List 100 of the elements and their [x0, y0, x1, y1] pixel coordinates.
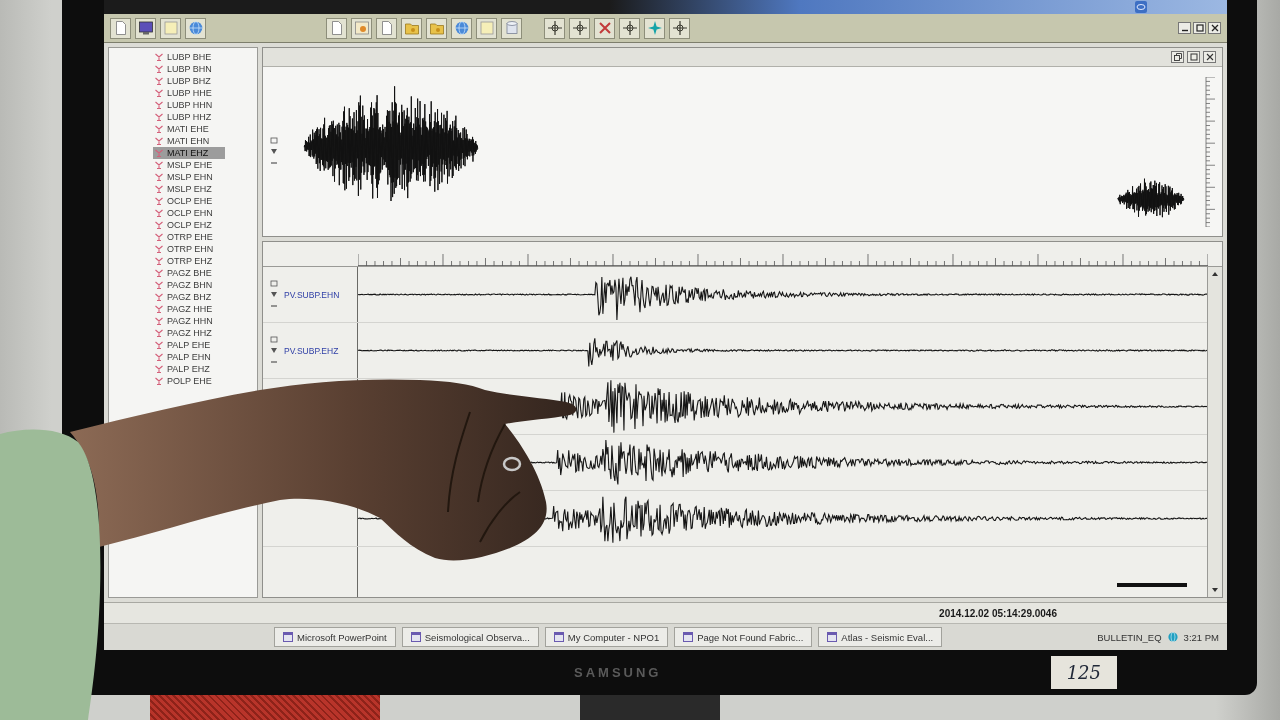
antenna-icon: [155, 101, 163, 109]
crosshair-icon: [572, 21, 587, 35]
antenna-icon: [155, 317, 163, 325]
channel-list-item[interactable]: PAGZ BHZ: [153, 291, 225, 303]
channel-list-item[interactable]: MATI EHN: [153, 135, 225, 147]
antenna-icon: [155, 293, 163, 301]
channel-list-item[interactable]: PAGZ BHE: [153, 267, 225, 279]
antenna-icon: [155, 185, 163, 193]
channel-list-item[interactable]: POLP EHE: [153, 375, 225, 387]
tray-clock: 3:21 PM: [1183, 631, 1219, 643]
x-mark-icon: [597, 21, 612, 35]
trace-controls-icon[interactable]: [270, 335, 278, 366]
channel-list-item[interactable]: PALP EHN: [153, 351, 225, 363]
globe-icon: [454, 21, 469, 35]
trace-controls-icon[interactable]: [270, 136, 278, 167]
antenna-icon: [155, 221, 163, 229]
taskbar-button[interactable]: Page Not Found Fabric...: [674, 627, 813, 647]
page-icon: [379, 21, 394, 35]
channel-list-item[interactable]: OCLP EHN: [153, 207, 225, 219]
toolbar-button[interactable]: [669, 17, 690, 39]
picture-icon: [354, 21, 369, 35]
channel-list-item[interactable]: LUBP HHZ: [153, 111, 225, 123]
channel-list-item[interactable]: MATI EHZ: [153, 147, 225, 159]
close-icon: [1205, 53, 1214, 61]
antenna-icon: [155, 173, 163, 181]
sticker-label: 125: [1050, 656, 1117, 689]
antenna-icon: [155, 353, 163, 361]
channel-list-item[interactable]: OCLP EHZ: [153, 219, 225, 231]
trace-controls-icon[interactable]: [270, 279, 278, 310]
maximize-icon: [1189, 53, 1198, 61]
channel-list-item[interactable]: OTRP EHZ: [153, 255, 225, 267]
channel-list-item[interactable]: PALP EHZ: [153, 363, 225, 375]
close-button[interactable]: [1203, 51, 1216, 63]
channel-list-item[interactable]: PAGZ HHZ: [153, 327, 225, 339]
channel-list-item[interactable]: LUBP HHN: [153, 99, 225, 111]
channel-list-item[interactable]: PAGZ HHE: [153, 303, 225, 315]
minimize-button[interactable]: [1178, 22, 1191, 34]
channel-list-item[interactable]: PALP EHE: [153, 339, 225, 351]
toolbar-button[interactable]: [594, 17, 615, 39]
folder-icon: [404, 21, 419, 35]
channel-list-item[interactable]: OCLP EHE: [153, 195, 225, 207]
tray-label: BULLETIN_EQ: [1097, 631, 1162, 643]
taskbar-button[interactable]: My Computer - NPO1: [544, 627, 669, 647]
window-icon: [410, 632, 421, 642]
antenna-icon: [155, 53, 163, 61]
trace-label: PV.SUBP.EHZ: [284, 345, 339, 356]
channel-list-item[interactable]: OTRP EHN: [153, 243, 225, 255]
window-icon: [683, 632, 694, 642]
toolbar-button[interactable]: [376, 17, 397, 39]
folder-icon: [429, 21, 444, 35]
antenna-icon: [155, 113, 163, 121]
channel-list-item[interactable]: MATI EHE: [153, 123, 225, 135]
cylinder-icon: [504, 21, 519, 35]
app-icon[interactable]: [1135, 1, 1147, 13]
close-icon: [1210, 24, 1219, 32]
antenna-icon: [155, 149, 163, 157]
maximize-button[interactable]: [1193, 22, 1206, 34]
scale-bar: [1117, 583, 1187, 587]
finger-ring: [502, 456, 522, 472]
channel-list-item[interactable]: OTRP EHE: [153, 231, 225, 243]
waveform-burst: [1116, 177, 1185, 218]
window-icon: [283, 632, 293, 642]
globe-icon: [188, 21, 203, 35]
brand-label: SAMSUNG: [574, 665, 662, 680]
antenna-icon: [155, 365, 163, 373]
antenna-icon: [155, 125, 163, 133]
crosshair-icon: [622, 21, 637, 35]
restore-icon: [1173, 53, 1182, 61]
scrollbar-track[interactable]: [1207, 267, 1222, 597]
channel-list-item[interactable]: LUBP BHZ: [153, 75, 225, 87]
antenna-icon: [155, 281, 163, 289]
page-icon: [113, 21, 128, 35]
antenna-icon: [155, 209, 163, 217]
toolbar-button[interactable]: [619, 17, 640, 39]
restore-button[interactable]: [1171, 51, 1184, 63]
maximize-button[interactable]: [1187, 51, 1200, 63]
taskbar-button[interactable]: Seismological Observa...: [401, 627, 539, 647]
star-icon: [647, 21, 662, 35]
toolbar-button[interactable]: [110, 17, 131, 39]
channel-list-item[interactable]: LUBP BHN: [153, 63, 225, 75]
close-button[interactable]: [1208, 22, 1221, 34]
toolbar-button[interactable]: [544, 17, 565, 39]
channel-list-item[interactable]: MSLP EHE: [153, 159, 225, 171]
channel-list-item[interactable]: PAGZ HHN: [153, 315, 225, 327]
antenna-icon: [155, 197, 163, 205]
taskbar-button[interactable]: Atlas - Seismic Eval...: [818, 627, 943, 647]
channel-list-item[interactable]: MSLP EHN: [153, 171, 225, 183]
crosshair-icon: [547, 21, 562, 35]
antenna-icon: [155, 341, 163, 349]
channel-list-item[interactable]: PAGZ BHN: [153, 279, 225, 291]
toolbar-button[interactable]: [569, 17, 590, 39]
channel-list-item[interactable]: LUBP HHE: [153, 87, 225, 99]
toolbar-button[interactable]: [135, 17, 156, 39]
channel-list-item[interactable]: LUBP BHE: [153, 51, 225, 63]
antenna-icon: [155, 305, 163, 313]
page-icon: [329, 21, 344, 35]
taskbar-button[interactable]: Microsoft PowerPoint: [274, 627, 396, 647]
channel-list-item[interactable]: MSLP EHZ: [153, 183, 225, 195]
toolbar-button[interactable]: [326, 17, 347, 39]
antenna-icon: [155, 137, 163, 145]
